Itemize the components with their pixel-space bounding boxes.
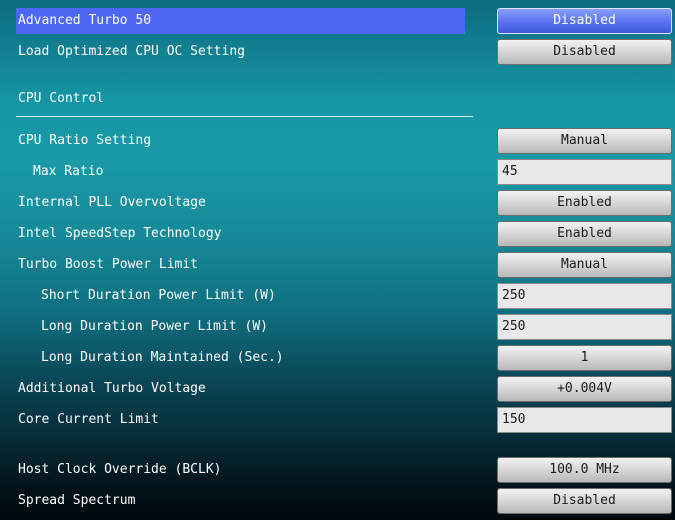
core-current-limit-input[interactable]: 150 — [497, 407, 672, 433]
internal-pll-label: Internal PLL Overvoltage — [18, 195, 206, 210]
short-duration-input[interactable]: 250 — [497, 283, 672, 309]
spread-spectrum-label: Spread Spectrum — [18, 493, 136, 508]
setting-row-host-clock-override[interactable]: Host Clock Override (BCLK) 100.0 MHz — [0, 457, 675, 483]
setting-row-max-ratio[interactable]: Max Ratio 45 — [0, 159, 675, 185]
cpu-ratio-button[interactable]: Manual — [497, 128, 672, 154]
turbo-boost-limit-button[interactable]: Manual — [497, 252, 672, 278]
section-divider — [16, 116, 473, 117]
spread-spectrum-button[interactable]: Disabled — [497, 488, 672, 514]
setting-row-additional-turbo-voltage[interactable]: Additional Turbo Voltage +0.004V — [0, 376, 675, 402]
host-clock-override-button[interactable]: 100.0 MHz — [497, 457, 672, 483]
cpu-control-header: CPU Control — [18, 91, 105, 106]
core-current-limit-label: Core Current Limit — [18, 412, 159, 427]
setting-row-internal-pll[interactable]: Internal PLL Overvoltage Enabled — [0, 190, 675, 216]
setting-row-long-duration[interactable]: Long Duration Power Limit (W) 250 — [0, 314, 675, 340]
max-ratio-label: Max Ratio — [33, 164, 104, 179]
long-maintained-button[interactable]: 1 — [497, 345, 672, 371]
additional-turbo-voltage-button[interactable]: +0.004V — [497, 376, 672, 402]
additional-turbo-voltage-label: Additional Turbo Voltage — [18, 381, 206, 396]
cpu-control-section: CPU Control — [0, 86, 675, 112]
short-duration-label: Short Duration Power Limit (W) — [41, 288, 276, 303]
host-clock-override-label: Host Clock Override (BCLK) — [18, 462, 222, 477]
load-optimized-button[interactable]: Disabled — [497, 39, 672, 65]
setting-row-short-duration[interactable]: Short Duration Power Limit (W) 250 — [0, 283, 675, 309]
load-optimized-label: Load Optimized CPU OC Setting — [18, 44, 245, 59]
advanced-turbo-button[interactable]: Disabled — [497, 8, 672, 34]
setting-row-load-optimized[interactable]: Load Optimized CPU OC Setting Disabled — [0, 39, 675, 65]
long-maintained-label: Long Duration Maintained (Sec.) — [41, 350, 284, 365]
setting-row-cpu-ratio[interactable]: CPU Ratio Setting Manual — [0, 128, 675, 154]
speedstep-label: Intel SpeedStep Technology — [18, 226, 222, 241]
long-duration-label: Long Duration Power Limit (W) — [41, 319, 268, 334]
speedstep-button[interactable]: Enabled — [497, 221, 672, 247]
setting-row-spread-spectrum[interactable]: Spread Spectrum Disabled — [0, 488, 675, 514]
long-duration-input[interactable]: 250 — [497, 314, 672, 340]
setting-row-turbo-boost-limit[interactable]: Turbo Boost Power Limit Manual — [0, 252, 675, 278]
setting-row-core-current-limit[interactable]: Core Current Limit 150 — [0, 407, 675, 433]
setting-row-long-maintained[interactable]: Long Duration Maintained (Sec.) 1 — [0, 345, 675, 371]
internal-pll-button[interactable]: Enabled — [497, 190, 672, 216]
setting-row-advanced-turbo[interactable]: Advanced Turbo 50 Disabled — [0, 8, 675, 34]
setting-row-speedstep[interactable]: Intel SpeedStep Technology Enabled — [0, 221, 675, 247]
turbo-boost-limit-label: Turbo Boost Power Limit — [18, 257, 199, 272]
cpu-ratio-label: CPU Ratio Setting — [18, 133, 152, 148]
advanced-turbo-label: Advanced Turbo 50 — [18, 13, 152, 28]
max-ratio-input[interactable]: 45 — [497, 159, 672, 185]
